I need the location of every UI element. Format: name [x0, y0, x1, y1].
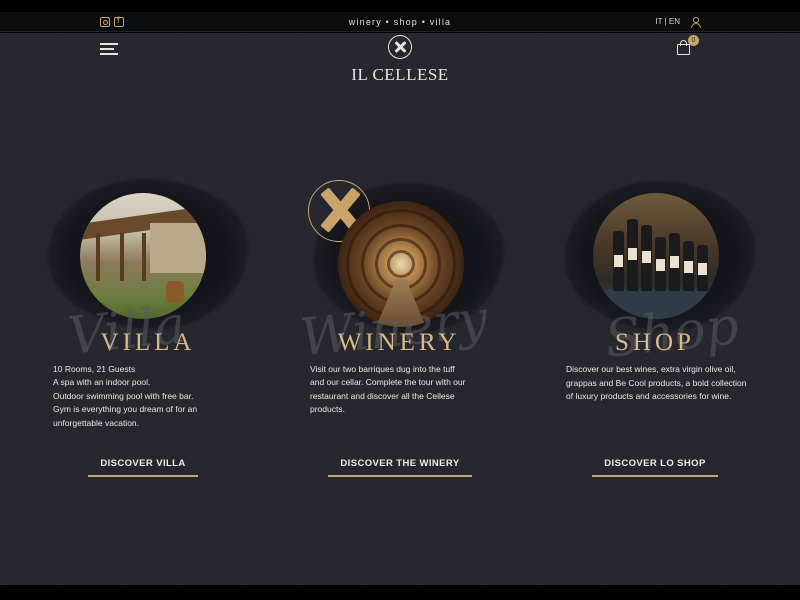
- discover-villa-button[interactable]: DISCOVER VILLA: [88, 458, 198, 477]
- discover-shop-button[interactable]: DISCOVER LO SHOP: [592, 458, 718, 477]
- villa-description: 10 Rooms, 21 Guests A spa with an indoor…: [53, 363, 197, 430]
- villa-card: Villa VILLA 10 Rooms, 21 Guests A spa wi…: [28, 33, 268, 513]
- lang-it-link[interactable]: IT: [655, 17, 662, 26]
- lang-en-link[interactable]: EN: [669, 17, 680, 26]
- description-line: A spa with an indoor pool.: [53, 377, 151, 388]
- description-line: Visit our two barriques dug into the tuf…: [310, 364, 455, 374]
- description-line: unforgettable vacation.: [53, 417, 140, 428]
- bottom-bar: [0, 585, 800, 600]
- description-line: restaurant and discover all the Cellese: [310, 390, 455, 401]
- winery-card: Winery WINERY Visit our two barriques du…: [280, 33, 520, 513]
- description-line: and our cellar. Complete the tour with o…: [310, 377, 466, 388]
- main-content: IL CELLESE 0 Villa VILLA 10 Rooms, 21 Gu…: [0, 33, 800, 585]
- discover-winery-button[interactable]: DISCOVER THE WINERY: [328, 458, 472, 477]
- language-switcher: IT | EN: [655, 17, 680, 26]
- winery-description: Visit our two barriques dug into the tuf…: [310, 363, 465, 417]
- user-icon[interactable]: [690, 16, 701, 28]
- lang-separator: |: [664, 17, 667, 26]
- shop-title: SHOP: [615, 329, 695, 356]
- description-line: Discover our best wines, extra virgin ol…: [566, 364, 736, 374]
- description-line: Outdoor swimming pool with free bar.: [53, 390, 194, 401]
- winery-title: WINERY: [337, 329, 461, 356]
- description-line: 10 Rooms, 21 Guests: [53, 364, 136, 374]
- instagram-icon[interactable]: [100, 16, 110, 27]
- top-bar: winery • shop • villa IT | EN: [0, 12, 800, 32]
- description-line: of luxury products and accessories for w…: [566, 391, 732, 402]
- description-line: grappas and Be Cool products, a bold col…: [566, 377, 747, 388]
- shop-description: Discover our best wines, extra virgin ol…: [566, 363, 747, 404]
- top-bar-tools: IT | EN: [655, 16, 701, 28]
- facebook-icon[interactable]: [114, 15, 124, 27]
- social-links: [100, 15, 124, 27]
- description-line: products.: [310, 404, 345, 415]
- shop-card: Shop SHOP Discover our best wines, extra…: [535, 33, 775, 513]
- villa-title: VILLA: [100, 329, 196, 356]
- description-line: Gym is everything you dream of for an: [53, 404, 198, 415]
